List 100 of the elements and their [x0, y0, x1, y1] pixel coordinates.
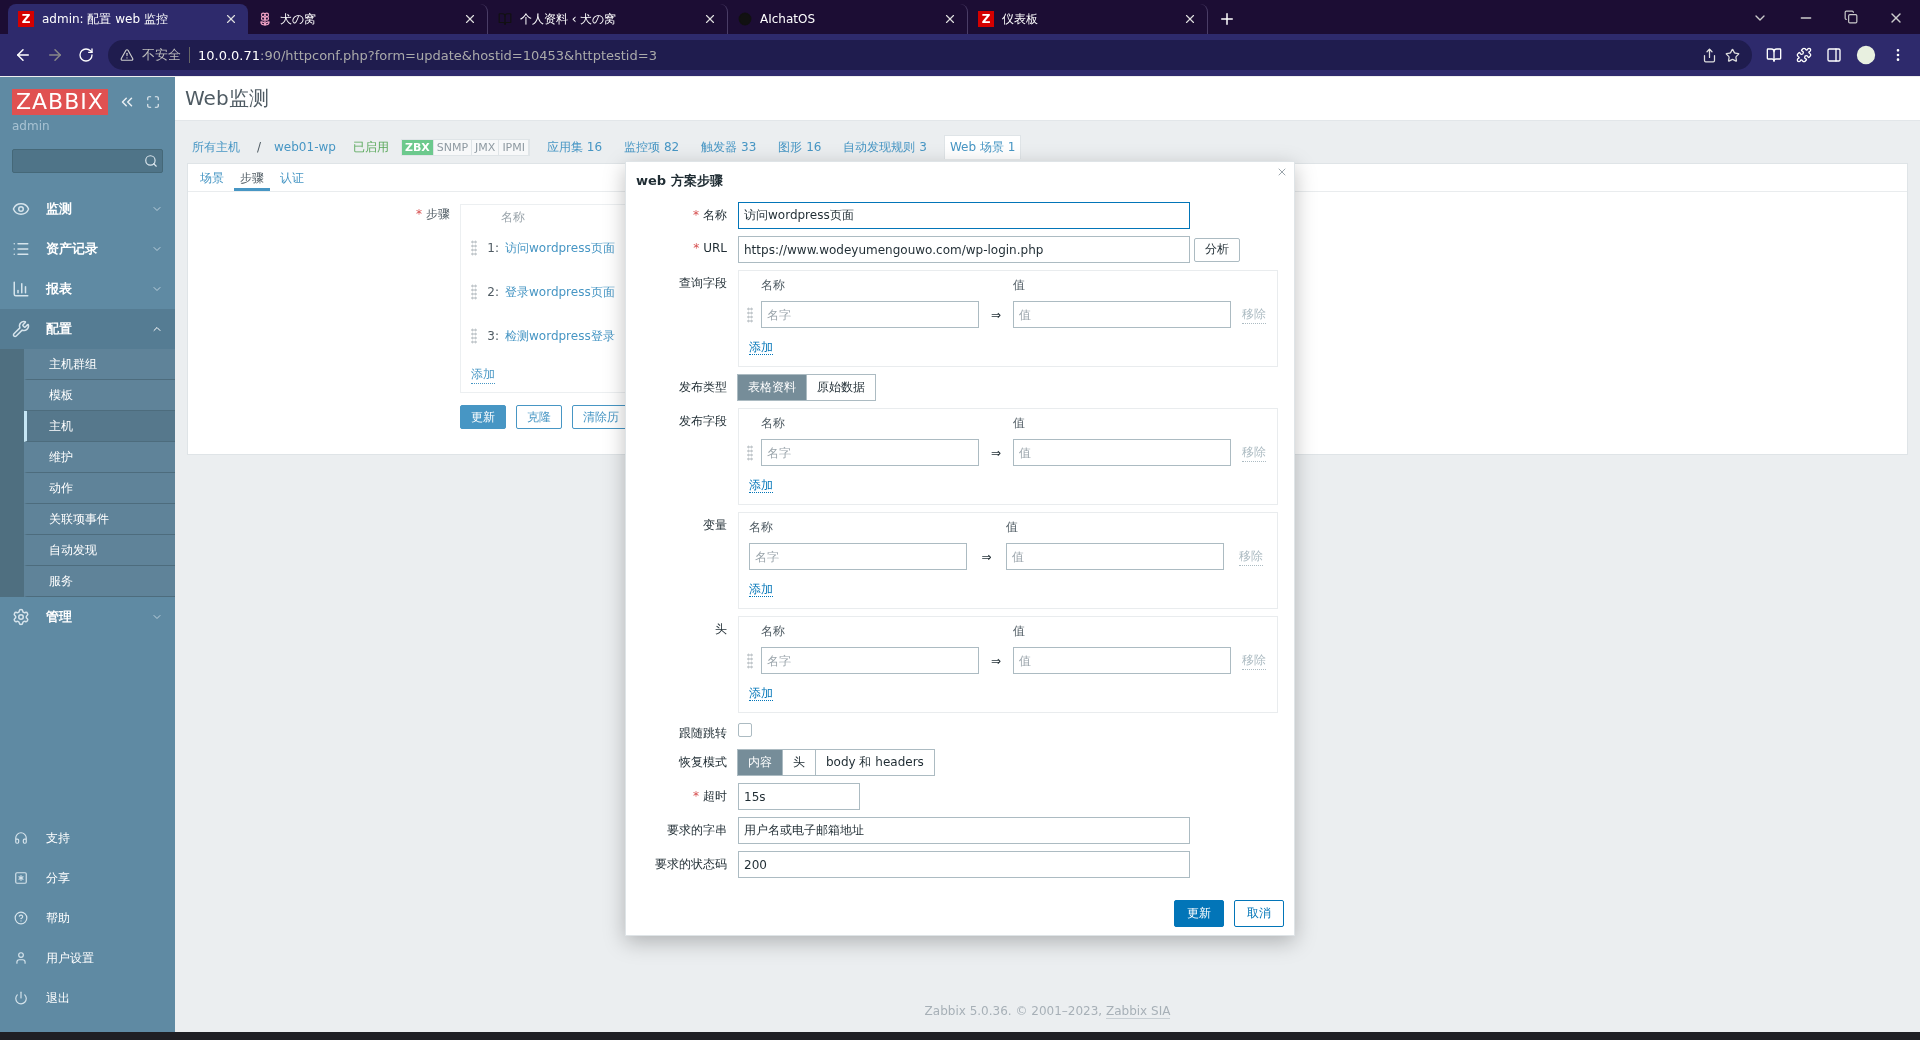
expand-icon[interactable] [145, 95, 160, 109]
name-field[interactable]: 名字 [761, 439, 979, 466]
drag-handle-icon[interactable] [747, 306, 753, 323]
name-field[interactable]: 名字 [761, 647, 979, 674]
drag-handle-icon[interactable] [747, 652, 753, 669]
text-field[interactable]: 用户名或电子邮箱地址 [738, 817, 1190, 844]
close-icon[interactable] [463, 12, 477, 26]
name-field[interactable]: 名字 [761, 301, 979, 328]
segment-option[interactable]: 原始数据 [806, 374, 876, 401]
add-link[interactable]: 添加 [749, 478, 773, 493]
segment-option[interactable]: 内容 [737, 749, 783, 776]
menu-item[interactable]: 用户设置 [0, 938, 175, 978]
arrow-symbol: ⇒ [980, 549, 993, 564]
page-title: Web监测 [185, 85, 269, 112]
company-link[interactable]: Zabbix SIA [1105, 1004, 1171, 1019]
menu-item[interactable]: 管理 [0, 597, 175, 637]
menu-item[interactable]: 支持 [0, 818, 175, 858]
value-field[interactable]: 值 [1006, 543, 1224, 570]
add-link[interactable]: 添加 [471, 366, 495, 384]
submenu-item[interactable]: 服务 [24, 566, 175, 597]
side-panel-icon[interactable] [1826, 47, 1842, 63]
reader-icon[interactable] [1766, 47, 1782, 63]
submenu-item[interactable]: 自动发现 [24, 535, 175, 566]
submenu-item[interactable]: 关联项事件 [24, 504, 175, 535]
status-label[interactable]: 已启用 [352, 138, 389, 156]
form-tab[interactable]: 步骤 [234, 164, 270, 191]
host-link[interactable]: 应用集 16 [542, 135, 608, 159]
cancel-button[interactable]: 取消 [1234, 900, 1284, 927]
text-field[interactable]: 200 [738, 851, 1190, 878]
segment-option[interactable]: body 和 headers [815, 749, 935, 776]
menu-item[interactable]: 分享 [0, 858, 175, 898]
close-icon[interactable] [224, 12, 238, 26]
submenu-item[interactable]: 维护 [24, 442, 175, 473]
star-icon[interactable] [1725, 47, 1740, 63]
submenu-item[interactable]: 动作 [24, 473, 175, 504]
back-icon[interactable] [14, 46, 32, 64]
text-field[interactable]: 访问wordpress页面 [738, 202, 1190, 229]
host-link[interactable]: 触发器 33 [696, 135, 762, 159]
forward-icon[interactable] [46, 46, 64, 64]
submenu-item[interactable]: 模板 [24, 380, 175, 411]
menu-item[interactable]: 监测 [0, 189, 175, 229]
zabbix-icon: Z [978, 11, 994, 27]
address-bar[interactable]: 不安全 10.0.0.71:90/httpconf.php?form=update&hostid=10453&httptestid=3 [108, 40, 1752, 70]
close-icon[interactable] [943, 12, 957, 26]
drag-handle-icon[interactable] [747, 444, 753, 461]
submenu-item[interactable]: 主机 [24, 411, 175, 442]
parse-button[interactable]: 分析 [1194, 237, 1240, 262]
step-link[interactable]: 访问wordpress页面 [505, 239, 615, 257]
remove-link[interactable]: 移除 [1238, 547, 1263, 566]
step-number: 1: [486, 241, 499, 255]
form-tab[interactable]: 认证 [274, 164, 310, 191]
host-link[interactable]: Web 场景 1 [943, 135, 1022, 159]
submenu-item[interactable]: 主机群组 [24, 349, 175, 380]
close-icon[interactable] [1183, 12, 1197, 26]
remove-link[interactable]: 移除 [1242, 651, 1266, 670]
browser-tab[interactable]: Z admin: 配置 web 监控 [8, 4, 248, 34]
remove-link[interactable]: 移除 [1242, 443, 1266, 462]
menu-item[interactable]: 资产记录 [0, 229, 175, 269]
segment-option[interactable]: 头 [782, 749, 816, 776]
step-link[interactable]: 登录wordpress页面 [505, 283, 615, 301]
add-link[interactable]: 添加 [749, 340, 773, 355]
restore-icon[interactable] [1844, 10, 1858, 24]
menu-item[interactable]: 帮助 [0, 898, 175, 938]
share-icon[interactable] [1702, 47, 1717, 63]
add-link[interactable]: 添加 [749, 686, 773, 701]
url-field[interactable]: https://www.wodeyumengouwo.com/wp-login.php [738, 236, 1190, 263]
extensions-icon[interactable] [1796, 47, 1812, 63]
add-link[interactable]: 添加 [749, 582, 773, 597]
name-field[interactable]: 名字 [749, 543, 967, 570]
value-field[interactable]: 值 [1013, 439, 1231, 466]
close-icon[interactable] [703, 12, 717, 26]
required-mark: * [416, 207, 422, 221]
menu-item[interactable]: 报表 [0, 269, 175, 309]
update-button[interactable]: 更新 [1174, 900, 1224, 927]
host-link[interactable]: 图形 16 [773, 135, 827, 159]
host-link[interactable]: 监控项 82 [619, 135, 685, 159]
menu-item[interactable]: 退出 [0, 978, 175, 1018]
reload-icon[interactable] [78, 47, 94, 63]
field-label: 发布字段 [679, 414, 727, 428]
text-field[interactable]: 15s [738, 783, 860, 810]
new-tab-icon[interactable] [1218, 10, 1236, 28]
search-field[interactable] [12, 149, 163, 173]
required-mark: * [693, 241, 700, 255]
value-field[interactable]: 值 [1013, 301, 1231, 328]
step-link[interactable]: 检测wordpress登录 [505, 327, 615, 345]
segment-option[interactable]: 表格资料 [737, 374, 807, 401]
breadcrumb-link[interactable]: web01-wp [269, 137, 341, 157]
breadcrumb-link[interactable]: 所有主机 [187, 135, 245, 159]
drag-handle-icon[interactable] [471, 284, 477, 300]
avatar-icon[interactable] [1856, 45, 1876, 65]
checkbox[interactable] [738, 723, 752, 737]
drag-handle-icon[interactable] [471, 328, 477, 344]
value-field[interactable]: 值 [1013, 647, 1231, 674]
menu-item[interactable]: 配置 [0, 309, 175, 349]
form-button[interactable]: 更新 [460, 405, 506, 429]
host-link[interactable]: 自动发现规则 3 [838, 135, 932, 159]
form-tab[interactable]: 场景 [194, 164, 230, 191]
drag-handle-icon[interactable] [471, 240, 477, 256]
form-button[interactable]: 克隆 [516, 405, 562, 429]
remove-link[interactable]: 移除 [1242, 305, 1266, 324]
